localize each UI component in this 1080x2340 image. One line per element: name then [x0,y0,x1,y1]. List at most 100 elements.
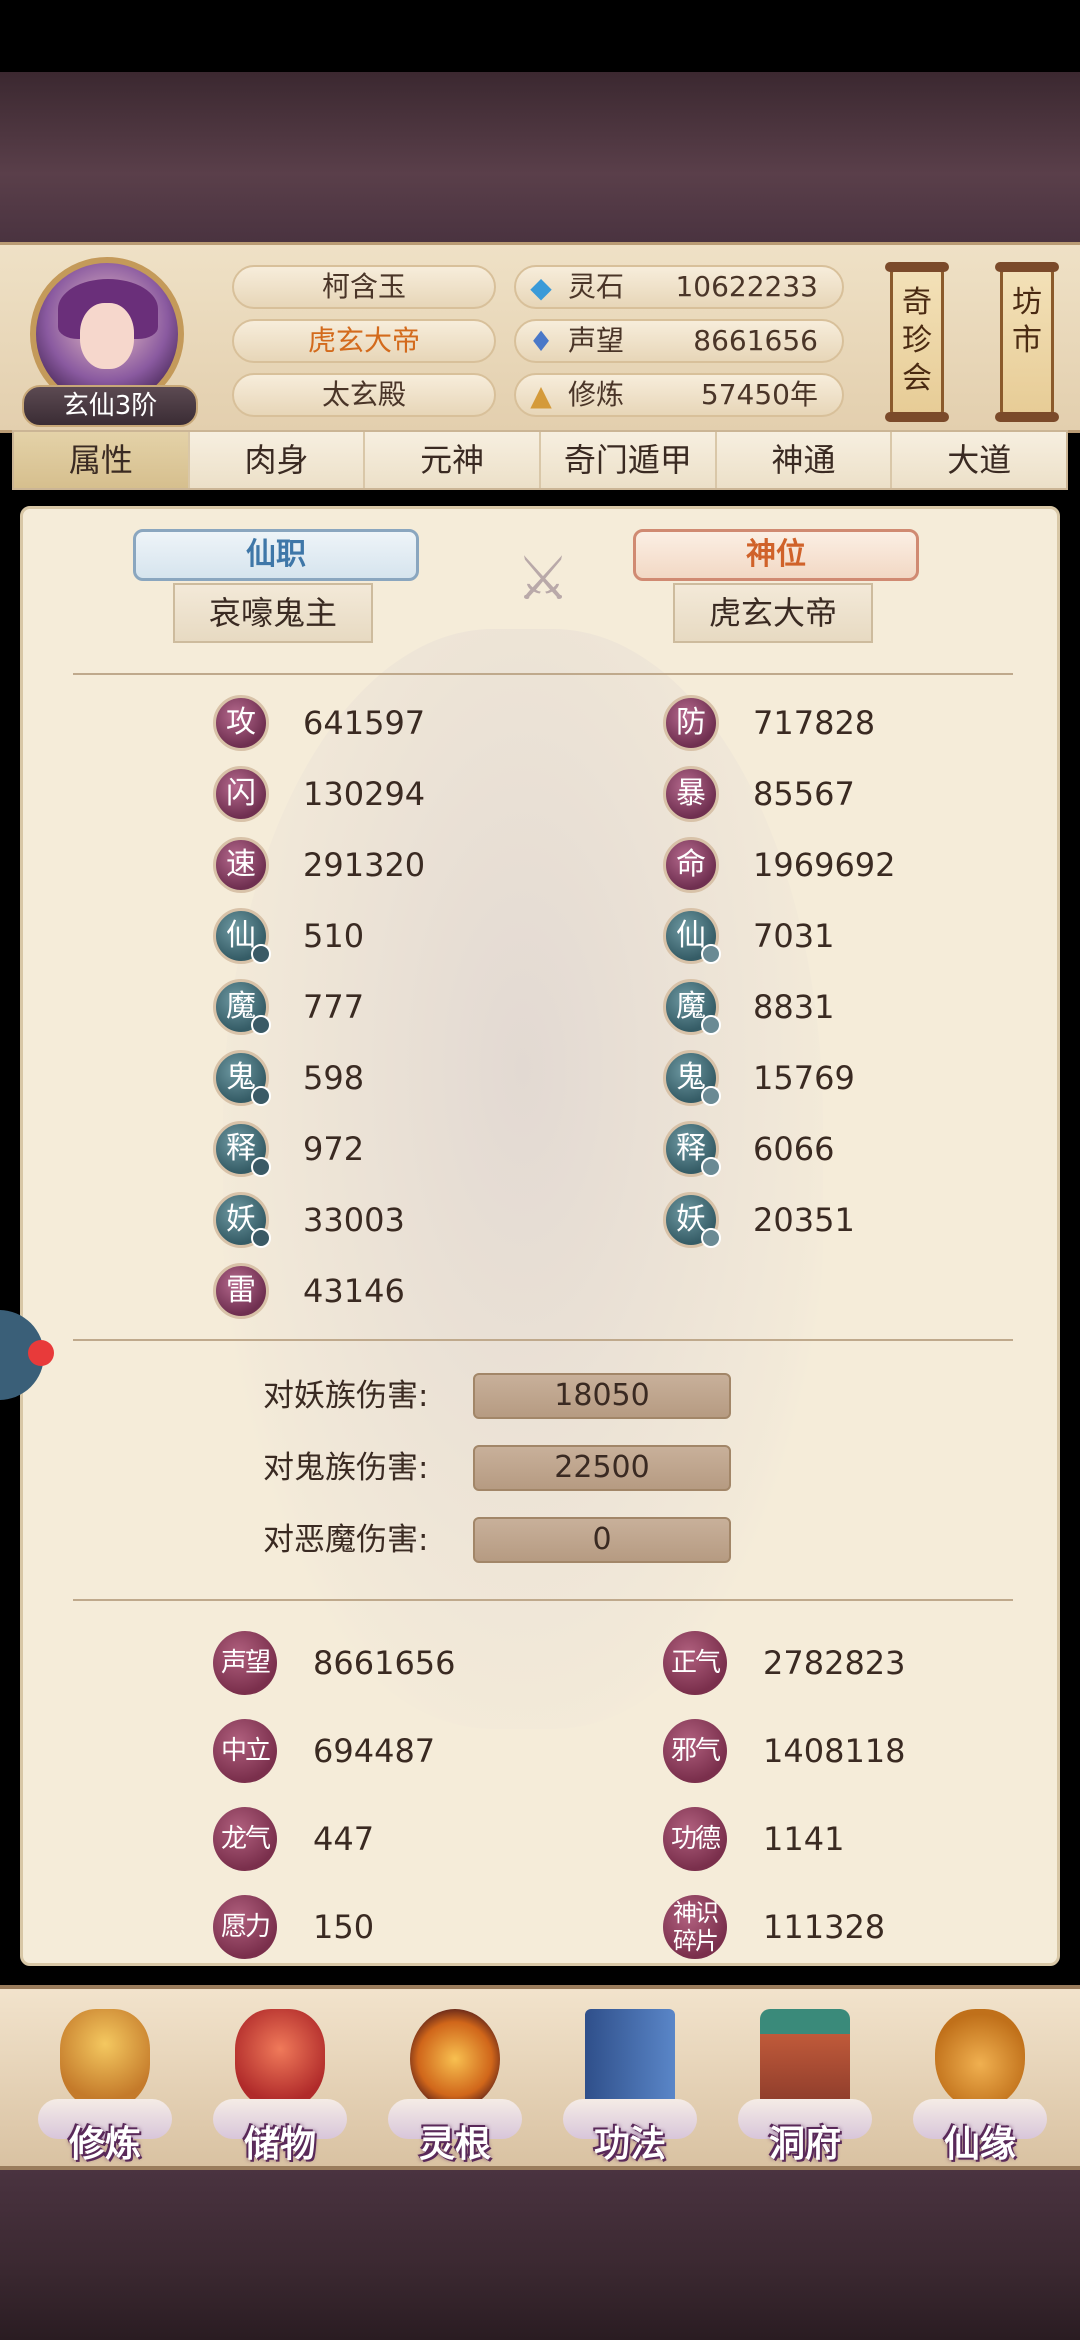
resource-prestige: ♦ 声望 8661656 [514,319,844,363]
nav-label: 储物 [243,2123,316,2165]
soul-fragment-icon: 神识碎片 [663,1895,727,1959]
misc-value: 1141 [763,1820,845,1858]
tab-body[interactable]: 肉身 [190,432,366,488]
shield-badge-icon [701,1228,721,1248]
resource-value: 57450年 [700,378,818,411]
resource-cultivation: ▲ 修炼 57450年 [514,373,844,417]
nav-cave[interactable]: 洞府 [730,1999,880,2165]
stat-value: 641597 [303,704,426,742]
market-button[interactable]: 坊市 [995,262,1059,422]
defense-icon: 防 [663,695,719,751]
prestige-icon: 声望 [213,1631,277,1695]
tab-spirit[interactable]: 元神 [365,432,542,488]
nav-fate[interactable]: 仙缘 [905,1999,1055,2165]
damage-label: 对鬼族伤害: [263,1450,429,1486]
notification-dot [28,1340,54,1366]
stat-value: 7031 [753,917,835,955]
crit-icon: 暴 [663,766,719,822]
damage-label: 对妖族伤害: [263,1378,429,1414]
stat-value: 15769 [753,1059,855,1097]
damage-value: 0 [473,1517,731,1563]
tab-qimen[interactable]: 奇门遁甲 [541,432,717,488]
resource-label: 修炼 [568,378,625,411]
attack-badge-icon [251,1015,271,1035]
misc-value: 2782823 [763,1644,906,1682]
nav-label: 洞府 [768,2123,841,2165]
divider [73,1599,1013,1601]
resource-label: 灵石 [568,270,625,303]
stat-value: 291320 [303,846,426,884]
dragon-qi-icon: 龙气 [213,1807,277,1871]
nav-cultivate[interactable]: 修炼 [30,1999,180,2165]
tab-bar: 属性 肉身 元神 奇门遁甲 神通 大道 [12,430,1068,490]
speed-icon: 速 [213,837,269,893]
attack-badge-icon [251,1086,271,1106]
stat-value: 33003 [303,1201,405,1239]
book-icon [585,2009,675,2109]
stat-value: 6066 [753,1130,835,1168]
merit-icon: 功德 [663,1807,727,1871]
neutral-icon: 中立 [213,1719,277,1783]
resource-label: 声望 [568,324,625,357]
crossed-swords-icon: ⚔ [516,544,570,614]
wish-power-icon: 愿力 [213,1895,277,1959]
prestige-crystal-icon: ♦ [528,325,554,358]
shield-badge-icon [701,1086,721,1106]
nav-label: 灵根 [418,2123,491,2165]
nav-storage[interactable]: 储物 [205,1999,355,2165]
stat-value: 717828 [753,704,876,742]
shield-badge-icon [701,1015,721,1035]
attack-badge-icon [251,1228,271,1248]
misc-value: 150 [313,1908,375,1946]
player-title[interactable]: 虎玄大帝 [232,319,496,363]
evil-icon: 邪气 [663,1719,727,1783]
tab-attributes[interactable]: 属性 [14,432,190,488]
stat-value: 1969692 [753,846,896,884]
damage-label: 对恶魔伤害: [263,1522,429,1558]
shield-badge-icon [701,1157,721,1177]
spirit-root-icon [410,2009,500,2109]
player-sect[interactable]: 太玄殿 [232,373,496,417]
nav-label: 功法 [593,2123,666,2165]
misc-value: 447 [313,1820,375,1858]
stat-value: 130294 [303,775,426,813]
player-name: 柯含玉 [232,265,496,309]
storage-bag-icon [235,2009,325,2109]
resource-spirit-stone: ◆ 灵石 10622233 [514,265,844,309]
immortal-post-banner: 仙职 [133,529,419,581]
stat-value: 777 [303,988,365,1026]
treasure-auction-button[interactable]: 奇珍会 [885,262,949,422]
god-rank-value[interactable]: 虎玄大帝 [673,583,873,643]
tab-dao[interactable]: 大道 [892,432,1066,488]
tab-divine-power[interactable]: 神通 [717,432,893,488]
bottom-nav: 修炼 储物 灵根 功法 洞府 仙缘 [0,1985,1080,2170]
player-header: 玄仙3阶 柯含玉 虎玄大帝 太玄殿 ◆ 灵石 10622233 ♦ 声望 866… [0,242,1080,433]
hp-icon: 命 [663,837,719,893]
misc-value: 694487 [313,1732,436,1770]
thunder-icon: 雷 [213,1263,269,1319]
nav-techniques[interactable]: 功法 [555,1999,705,2165]
meditation-icon: ▲ [530,379,552,412]
gourd-icon [935,2009,1025,2109]
top-decor [0,72,1080,242]
divider [73,1339,1013,1341]
attack-badge-icon [251,1157,271,1177]
bottom-decor [0,2170,1080,2340]
damage-value: 18050 [473,1373,731,1419]
stat-value: 43146 [303,1272,405,1310]
nav-spirit-root[interactable]: 灵根 [380,1999,530,2165]
misc-value: 111328 [763,1908,886,1946]
attack-icon: 攻 [213,695,269,751]
shield-badge-icon [701,944,721,964]
cave-house-icon [760,2009,850,2109]
nav-label: 修炼 [68,2123,141,2165]
stat-value: 972 [303,1130,365,1168]
dodge-icon: 闪 [213,766,269,822]
resource-value: 8661656 [693,324,818,357]
rank-label: 玄仙3阶 [22,385,198,427]
attributes-panel: 仙职 哀嚎鬼主 ⚔ 神位 虎玄大帝 攻 641597 闪 130294 速 29… [20,506,1060,1966]
stat-value: 8831 [753,988,835,1026]
righteous-icon: 正气 [663,1631,727,1695]
immortal-post-value[interactable]: 哀嚎鬼主 [173,583,373,643]
misc-value: 8661656 [313,1644,456,1682]
